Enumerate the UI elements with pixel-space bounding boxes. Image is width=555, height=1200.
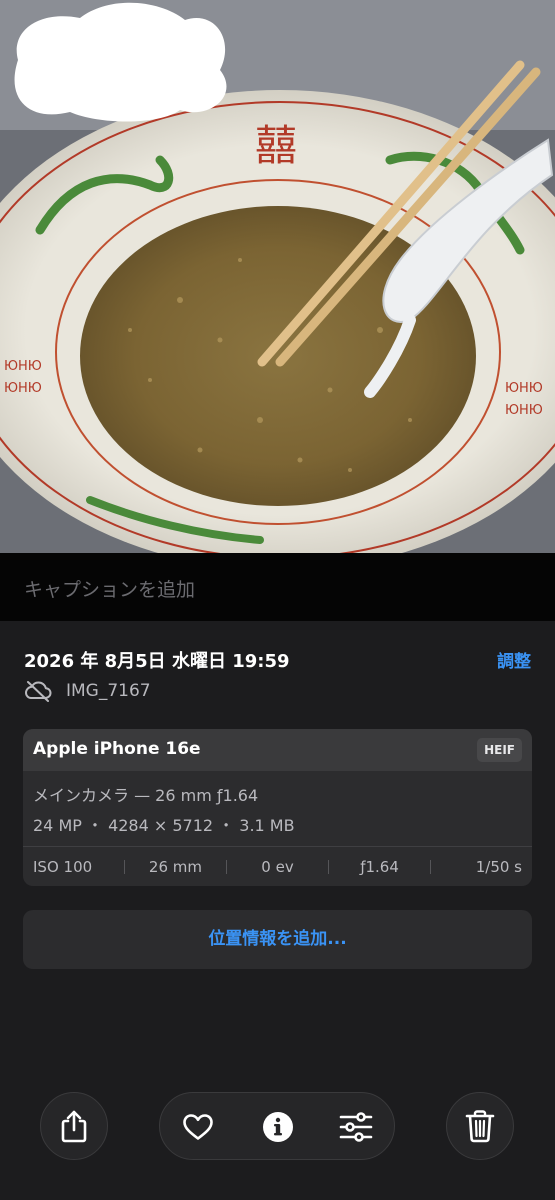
redaction-mark — [14, 2, 227, 122]
camera-info-card: Apple iPhone 16e HEIF メインカメラ — 26 mm ƒ1.… — [23, 729, 532, 886]
sliders-icon — [339, 1112, 373, 1142]
exif-focal-length: 26 mm — [148, 857, 202, 876]
add-location-button[interactable]: 位置情報を追加... — [23, 910, 532, 969]
card-header: Apple iPhone 16e HEIF — [23, 729, 532, 771]
format-badge: HEIF — [477, 738, 522, 762]
filename: IMG_7167 — [66, 681, 151, 701]
bowl-character: 囍 — [255, 121, 297, 170]
exif-aperture: ƒ1.64 — [360, 857, 399, 876]
adjust-button[interactable]: 調整 — [497, 647, 531, 672]
lens-info: メインカメラ — 26 mm ƒ1.64 — [33, 786, 259, 805]
favorite-button[interactable] — [164, 1093, 232, 1161]
svg-text:ЮНЮ: ЮНЮ — [505, 381, 543, 396]
share-icon — [61, 1110, 87, 1143]
device-name: Apple iPhone 16e — [33, 739, 201, 759]
exif-exposure-bias: 0 ev — [261, 857, 294, 876]
caption-placeholder[interactable]: キャプションを追加 — [24, 575, 195, 602]
caption-area[interactable]: キャプションを追加 — [0, 553, 555, 621]
photo-image: 囍 ЮНЮ ЮНЮ ЮНЮ ЮНЮ — [0, 0, 555, 553]
exif-row: ISO 100 26 mm 0 ev ƒ1.64 1/50 s — [23, 847, 532, 886]
action-group — [159, 1092, 395, 1160]
info-icon — [263, 1112, 293, 1142]
trash-icon — [465, 1110, 495, 1143]
svg-text:ЮНЮ: ЮНЮ — [4, 359, 42, 374]
heart-icon — [183, 1114, 213, 1140]
svg-text:ЮНЮ: ЮНЮ — [4, 381, 42, 396]
exif-shutter: 1/50 s — [475, 857, 523, 876]
exif-iso: ISO 100 — [33, 857, 93, 876]
photo-view[interactable]: 囍 ЮНЮ ЮНЮ ЮНЮ ЮНЮ — [0, 0, 555, 553]
cloud-slash-icon — [25, 681, 52, 702]
info-button[interactable] — [244, 1093, 312, 1161]
share-button[interactable] — [40, 1092, 108, 1160]
edit-button[interactable] — [322, 1093, 390, 1161]
photo-datetime: 2026 年 8月5日 水曜日 19:59 — [24, 651, 290, 672]
image-specs: 24 MP ・ 4284 × 5712 ・ 3.1 MB — [33, 816, 295, 835]
delete-button[interactable] — [446, 1092, 514, 1160]
svg-text:ЮНЮ: ЮНЮ — [505, 403, 543, 418]
file-row: IMG_7167 — [24, 679, 151, 703]
